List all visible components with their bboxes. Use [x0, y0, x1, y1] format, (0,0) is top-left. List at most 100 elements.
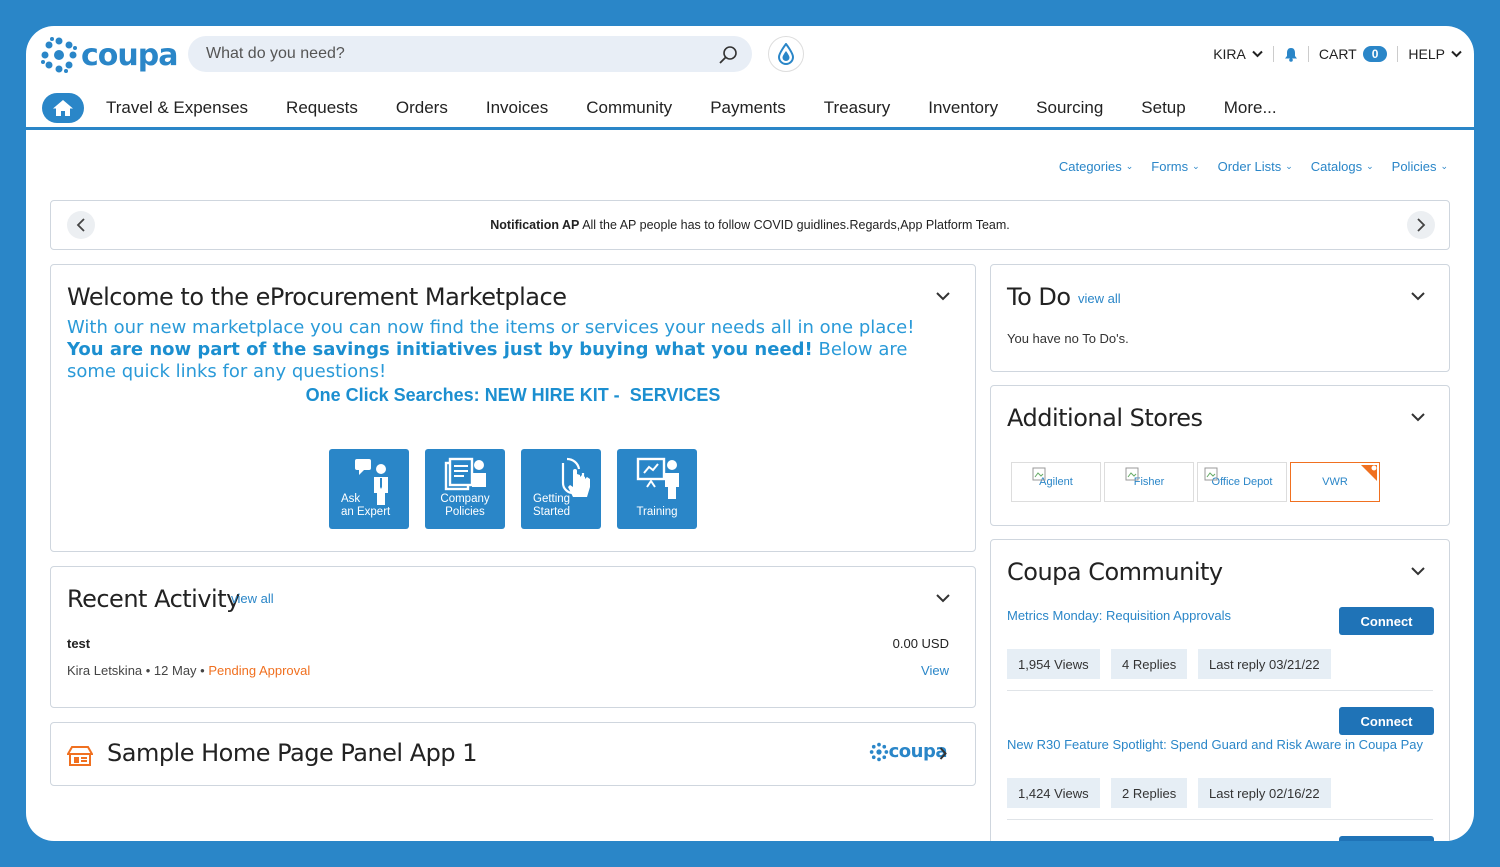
- tile-company-policies[interactable]: Company Policies: [425, 449, 505, 529]
- divider: [1397, 46, 1399, 62]
- store-agilent[interactable]: Agilent: [1011, 462, 1101, 502]
- store-fisher[interactable]: Fisher: [1104, 462, 1194, 502]
- help-menu[interactable]: HELP: [1408, 46, 1462, 62]
- sample-app-logo: coupa: [869, 741, 948, 762]
- nav-orders[interactable]: Orders: [396, 98, 448, 118]
- activity-view-link[interactable]: View: [921, 663, 949, 678]
- divider: [1007, 819, 1433, 820]
- recent-view-all-link[interactable]: view all: [231, 591, 274, 606]
- tile-label: Company Policies: [440, 493, 490, 518]
- coupa-snowflake-icon: [41, 37, 77, 73]
- chevron-down-icon[interactable]: [936, 292, 950, 301]
- nav-payments[interactable]: Payments: [710, 98, 786, 118]
- nav-sourcing[interactable]: Sourcing: [1036, 98, 1103, 118]
- connect-button[interactable]: Connect: [1339, 607, 1434, 635]
- notification-text: All the AP people has to follow COVID gu…: [582, 218, 1010, 232]
- assistant-button[interactable]: [768, 36, 804, 72]
- subnav-label: Categories: [1058, 159, 1122, 174]
- chevron-right-icon: [1417, 218, 1426, 232]
- tile-label: Ask an Expert: [341, 493, 391, 518]
- chevron-down-icon[interactable]: [1411, 413, 1425, 422]
- nav-treasury[interactable]: Treasury: [824, 98, 890, 118]
- notification-prev-button[interactable]: [67, 211, 95, 239]
- brand-name: coupa: [81, 37, 178, 73]
- todo-view-all-link[interactable]: view all: [1078, 291, 1121, 306]
- activity-item-name[interactable]: test: [67, 636, 90, 651]
- coupa-logo[interactable]: coupa: [40, 36, 178, 74]
- store-label: Office Depot: [1211, 476, 1273, 488]
- subnav-catalogs[interactable]: Catalogs ⌄: [1311, 159, 1374, 174]
- home-button[interactable]: [42, 92, 84, 123]
- notification-next-button[interactable]: [1407, 211, 1435, 239]
- nav-community[interactable]: Community: [586, 98, 672, 118]
- one-click-searches: One Click Searches: NEW HIRE KIT - SERVI…: [51, 385, 975, 406]
- community-title: Coupa Community: [1007, 558, 1223, 586]
- bell-icon[interactable]: [1284, 47, 1298, 62]
- nav-inventory[interactable]: Inventory: [928, 98, 998, 118]
- subnav-label: Policies: [1391, 159, 1437, 174]
- policies-icon: [444, 457, 486, 491]
- user-menu[interactable]: KIRA: [1213, 46, 1263, 62]
- chevron-down-icon[interactable]: [1411, 292, 1425, 301]
- subnav-policies[interactable]: Policies ⌄: [1392, 159, 1448, 174]
- post-views: 1,424 Views: [1007, 778, 1100, 808]
- subnav-label: Forms: [1151, 159, 1189, 174]
- one-click-services-link[interactable]: SERVICES: [630, 385, 721, 405]
- home-icon: [53, 99, 73, 116]
- subnav-label: Catalogs: [1310, 159, 1363, 174]
- subnav-order-lists[interactable]: Order Lists ⌄: [1218, 159, 1293, 174]
- sample-app-panel[interactable]: Sample Home Page Panel App 1 coupa: [50, 722, 976, 786]
- subnav-forms[interactable]: Forms ⌄: [1151, 159, 1199, 174]
- store-label: VWR: [1322, 476, 1348, 488]
- app-store-icon: [67, 746, 93, 766]
- nav-more[interactable]: More...: [1224, 98, 1277, 118]
- chevron-right-icon[interactable]: [939, 747, 947, 760]
- user-name: KIRA: [1213, 46, 1246, 62]
- todo-empty-text: You have no To Do's.: [1007, 331, 1129, 346]
- nav-travel-expenses[interactable]: Travel & Expenses: [106, 98, 248, 118]
- cart-label: CART: [1318, 46, 1357, 62]
- broken-image-icon: [1032, 467, 1046, 481]
- status-pending-approval: Pending Approval: [208, 663, 311, 678]
- activity-item-amount: 0.00 USD: [892, 636, 949, 651]
- training-icon: [636, 457, 679, 499]
- nav-setup[interactable]: Setup: [1141, 98, 1185, 118]
- connect-button-partial[interactable]: [1339, 836, 1434, 841]
- search-icon[interactable]: [718, 45, 738, 65]
- coupa-community-panel: Coupa Community Metrics Monday: Requisit…: [990, 539, 1450, 841]
- chevron-down-icon[interactable]: [1411, 567, 1425, 576]
- one-click-label: One Click Searches:: [305, 385, 480, 405]
- post-replies: 2 Replies: [1111, 778, 1188, 808]
- community-post-link[interactable]: Metrics Monday: Requisition Approvals: [1007, 608, 1231, 623]
- welcome-title: Welcome to the eProcurement Marketplace: [67, 283, 567, 311]
- welcome-panel: Welcome to the eProcurement Marketplace …: [50, 264, 976, 552]
- welcome-text: With our new marketplace you can now fin…: [67, 317, 947, 383]
- nav-requests[interactable]: Requests: [286, 98, 358, 118]
- additional-stores-panel: Additional Stores Agilent Fisher Office …: [990, 385, 1450, 526]
- chevron-down-icon: [1451, 50, 1462, 58]
- tile-getting-started[interactable]: Getting Started: [521, 449, 601, 529]
- activity-meta-text: Kira Letskina • 12 May •: [67, 663, 205, 678]
- tile-training[interactable]: Training: [617, 449, 697, 529]
- one-click-new-hire-kit-link[interactable]: NEW HIRE KIT -: [485, 385, 620, 405]
- main-nav: Travel & Expenses Requests Orders Invoic…: [26, 88, 1474, 130]
- tile-label: Getting Started: [533, 493, 571, 518]
- search-box: [188, 36, 752, 72]
- chevron-down-icon[interactable]: [936, 594, 950, 603]
- app-window: coupa KIRA: [26, 26, 1474, 841]
- connect-button[interactable]: Connect: [1339, 707, 1434, 735]
- tile-ask-expert[interactable]: Ask an Expert: [329, 449, 409, 529]
- punchout-corner-icon: [1361, 465, 1377, 481]
- chevron-down-icon: ⌄: [1366, 161, 1374, 171]
- store-office-depot[interactable]: Office Depot: [1197, 462, 1287, 502]
- nav-invoices[interactable]: Invoices: [486, 98, 548, 118]
- divider: [1007, 690, 1433, 691]
- divider: [1307, 46, 1309, 62]
- search-input[interactable]: [206, 45, 706, 63]
- subnav-categories[interactable]: Categories ⌄: [1059, 159, 1133, 174]
- store-vwr[interactable]: VWR: [1290, 462, 1380, 502]
- notification-banner: Notification AP All the AP people has to…: [50, 200, 1450, 250]
- community-post-link[interactable]: New R30 Feature Spotlight: Spend Guard a…: [1007, 737, 1423, 752]
- welcome-text-bold: You are now part of the savings initiati…: [67, 339, 813, 360]
- cart-button[interactable]: CART 0: [1319, 46, 1388, 62]
